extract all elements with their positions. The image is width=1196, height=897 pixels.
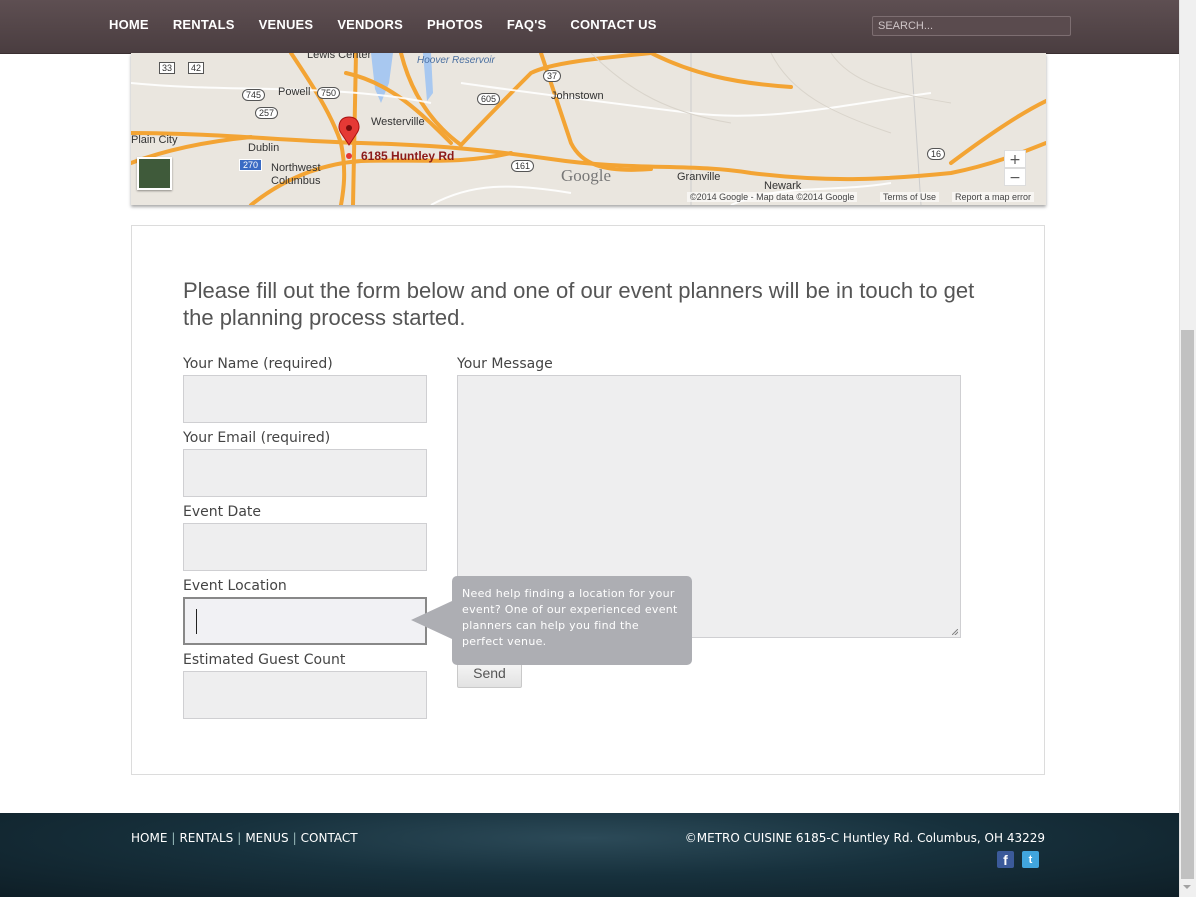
tooltip-arrow (411, 601, 452, 639)
form-intro: Please fill out the form below and one o… (183, 278, 975, 330)
separator: | (237, 831, 242, 845)
facebook-icon[interactable]: f (997, 851, 1014, 868)
map-copyright: ©2014 Google - Map data ©2014 Google (687, 192, 858, 202)
nav-venues[interactable]: VENUES (247, 0, 326, 49)
twitter-icon[interactable]: t (1022, 851, 1039, 868)
scrollbar-thumb[interactable] (1181, 330, 1194, 879)
scroll-down-arrow-icon[interactable] (1183, 885, 1191, 889)
nav-faqs[interactable]: FAQ'S (495, 0, 559, 49)
location-help-tooltip: Need help finding a location for your ev… (411, 576, 692, 665)
footer-link-home[interactable]: HOME (131, 831, 167, 845)
map-label-northwest: Northwest (271, 162, 321, 174)
event-date-label: Event Date (183, 504, 262, 520)
event-location-label: Event Location (183, 578, 287, 594)
route-shield: 257 (255, 107, 279, 119)
map-address-label: 6185 Huntley Rd (361, 149, 455, 163)
nav-rentals[interactable]: RENTALS (161, 0, 247, 49)
map-label-powell: Powell (278, 86, 311, 98)
map-label-westerville: Westerville (371, 116, 425, 128)
name-field[interactable] (183, 375, 427, 423)
footer-links: HOME | RENTALS | MENUS | CONTACT (131, 831, 358, 845)
separator: | (292, 831, 297, 845)
guest-count-label: Estimated Guest Count (183, 652, 346, 668)
zoom-in-button[interactable]: + (1004, 150, 1026, 168)
nav-home[interactable]: HOME (97, 0, 161, 49)
zoom-out-button[interactable]: − (1004, 168, 1026, 186)
text-caret (196, 609, 197, 634)
route-shield: 161 (511, 160, 535, 172)
resize-grip-icon[interactable] (952, 629, 958, 635)
top-navigation: HOME RENTALS VENUES VENDORS PHOTOS FAQ'S… (0, 0, 1179, 54)
google-map[interactable]: Lewis Center Hoover Reservoir Johnstown … (131, 53, 1046, 205)
search-input[interactable] (872, 16, 1071, 36)
footer-link-contact[interactable]: CONTACT (301, 831, 358, 845)
guest-count-field[interactable] (183, 671, 427, 719)
event-date-field[interactable] (183, 523, 427, 571)
satellite-toggle[interactable] (137, 157, 172, 190)
nav-contact-us[interactable]: CONTACT US (558, 0, 668, 49)
email-field[interactable] (183, 449, 427, 497)
route-shield: 750 (317, 87, 341, 99)
map-label-dublin: Dublin (248, 142, 280, 154)
contact-form-panel: Please fill out the form below and one o… (131, 225, 1045, 775)
nav-photos[interactable]: PHOTOS (415, 0, 495, 49)
map-label-johnstown: Johnstown (551, 90, 604, 102)
route-shield: 745 (242, 89, 266, 101)
report-map-error-link[interactable]: Report a map error (952, 192, 1035, 202)
message-label: Your Message (457, 356, 553, 372)
email-label: Your Email (required) (183, 430, 331, 446)
route-shield: 270 (239, 159, 263, 171)
footer-copyright: ©METRO CUISINE 6185-C Huntley Rd. Columb… (684, 831, 1045, 845)
route-shield: 16 (927, 148, 946, 160)
name-label: Your Name (required) (183, 356, 333, 372)
event-location-field[interactable] (183, 597, 427, 645)
terms-of-use-link[interactable]: Terms of Use (880, 192, 940, 202)
route-shield: 33 (159, 62, 176, 74)
map-label-columbus: Columbus (271, 175, 321, 187)
footer-link-rentals[interactable]: RENTALS (179, 831, 233, 845)
nav-vendors[interactable]: VENDORS (325, 0, 415, 49)
main-menu: HOME RENTALS VENUES VENDORS PHOTOS FAQ'S… (97, 0, 669, 49)
map-label-lewis-center: Lewis Center (307, 53, 372, 61)
google-logo: Google (561, 166, 612, 185)
route-shield: 42 (188, 62, 205, 74)
footer-link-menus[interactable]: MENUS (245, 831, 288, 845)
map-label-plain-city: Plain City (131, 134, 178, 146)
route-shield: 37 (543, 70, 562, 82)
map-label-newark: Newark (764, 180, 802, 192)
route-shield: 605 (477, 93, 501, 105)
map-label-hoover: Hoover Reservoir (417, 55, 495, 66)
map-label-granville: Granville (677, 171, 721, 183)
separator: | (171, 831, 176, 845)
tooltip-text: Need help finding a location for your ev… (462, 587, 678, 648)
